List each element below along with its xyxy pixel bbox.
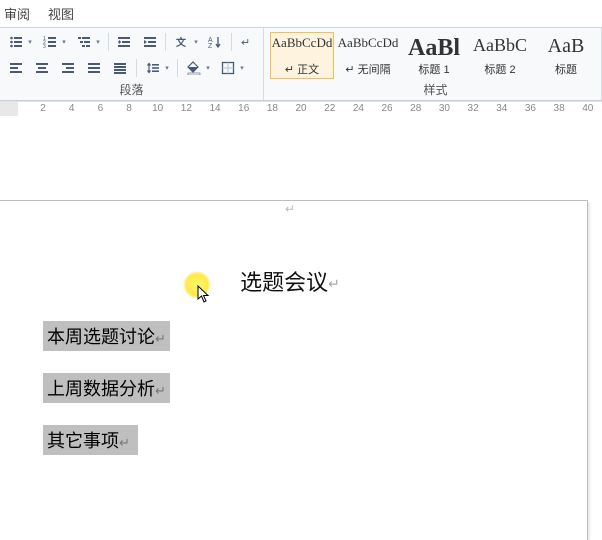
style-caption: 标题 1 (418, 61, 449, 76)
document-title[interactable]: 选题会议↵ (0, 265, 587, 297)
bullets-caret-icon[interactable]: ▾ (26, 32, 34, 52)
style-item-no-spacing[interactable]: AaBbCcDd ↵ 无间隔 (336, 32, 400, 79)
selection-block-2[interactable]: 上周数据分析↵ (43, 373, 170, 403)
line-spacing-caret-icon[interactable]: ▾ (163, 58, 171, 78)
asian-layout-button[interactable]: 文 (172, 32, 192, 52)
sort-button[interactable]: AZ (206, 32, 225, 52)
ruler-tick: 10 (143, 103, 172, 114)
svg-text:Z: Z (208, 43, 213, 49)
align-left-button[interactable] (6, 58, 26, 78)
ruler-tick: 12 (172, 103, 201, 114)
selection-block-3[interactable]: 其它事项↵ (43, 425, 138, 455)
ruler-tick (0, 103, 29, 114)
shading-caret-icon[interactable]: ▾ (204, 58, 212, 78)
group-styles: AaBbCcDd ↵ 正文 AaBbCcDd ↵ 无间隔 AaBl 标题 1 A… (264, 28, 602, 100)
ruler-tick: 36 (516, 103, 545, 114)
style-preview: AaBbC (473, 35, 527, 61)
document-title-text: 选题会议 (240, 270, 328, 295)
group-paragraph: ▾ 123 ▾ ▾ (0, 28, 264, 100)
paragraph-mark-icon: ↵ (155, 331, 166, 346)
shading-button[interactable] (184, 58, 204, 78)
borders-caret-icon[interactable]: ▾ (238, 58, 246, 78)
multilevel-list-button[interactable] (74, 32, 94, 52)
list-item-text: 上周数据分析 (47, 379, 155, 399)
line-spacing-button[interactable] (143, 58, 163, 78)
ruler-tick: 30 (430, 103, 459, 114)
align-distribute-button[interactable] (110, 58, 130, 78)
decrease-indent-button[interactable] (115, 32, 134, 52)
ruler-tick: 32 (459, 103, 488, 114)
show-hide-marks-button[interactable]: ↵ (238, 32, 257, 52)
style-preview: AaBbCcDd (338, 35, 399, 61)
paragraph-mark-icon: ↵ (155, 383, 166, 398)
style-caption: 标题 (555, 61, 577, 76)
page[interactable]: ↵ 选题会议↵ 本周选题讨论↵ 上周数据分析↵ 其它事项↵ (0, 200, 588, 540)
svg-text:3: 3 (43, 44, 46, 49)
style-preview: AaB (548, 35, 585, 61)
style-item-heading2[interactable]: AaBbC 标题 2 (468, 32, 532, 79)
numbering-button[interactable]: 123 (40, 32, 60, 52)
tab-view[interactable]: 视图 (48, 4, 74, 23)
ruler-tick: 26 (373, 103, 402, 114)
ribbon-tabs: 审阅 视图 (0, 0, 602, 27)
style-item-title[interactable]: AaB 标题 (534, 32, 598, 79)
ruler-tick: 8 (115, 103, 144, 114)
ruler-tick: 6 (86, 103, 115, 114)
align-justify-button[interactable] (84, 58, 104, 78)
ruler-tick: 18 (258, 103, 287, 114)
ruler-tick: 22 (315, 103, 344, 114)
ruler-tick: 2 (29, 103, 58, 114)
group-label-paragraph: 段落 (6, 79, 257, 100)
styles-gallery[interactable]: AaBbCcDd ↵ 正文 AaBbCcDd ↵ 无间隔 AaBl 标题 1 A… (270, 32, 601, 79)
ruler-tick: 28 (401, 103, 430, 114)
ruler-tick: 4 (57, 103, 86, 114)
ribbon: ▾ 123 ▾ ▾ (0, 27, 602, 101)
ruler-tick: 16 (229, 103, 258, 114)
align-right-button[interactable] (58, 58, 78, 78)
list-item-text: 本周选题讨论 (47, 327, 155, 347)
ruler-tick: 20 (287, 103, 316, 114)
style-caption: ↵ 无间隔 (345, 61, 390, 76)
svg-text:↵: ↵ (241, 37, 250, 49)
style-item-normal[interactable]: AaBbCcDd ↵ 正文 (270, 32, 334, 79)
ruler-tick: 24 (344, 103, 373, 114)
increase-indent-button[interactable] (140, 32, 159, 52)
style-item-heading1[interactable]: AaBl 标题 1 (402, 32, 466, 79)
svg-text:文: 文 (176, 36, 187, 49)
align-center-button[interactable] (32, 58, 52, 78)
document-area[interactable]: ↵ 选题会议↵ 本周选题讨论↵ 上周数据分析↵ 其它事项↵ (0, 116, 602, 523)
selection-block-1[interactable]: 本周选题讨论↵ (43, 321, 170, 351)
ruler-tick: 38 (545, 103, 574, 114)
style-caption: 标题 2 (484, 61, 515, 76)
tab-review[interactable]: 审阅 (4, 4, 30, 23)
style-caption: ↵ 正文 (285, 61, 319, 76)
ruler-tick: 14 (201, 103, 230, 114)
multilevel-caret-icon[interactable]: ▾ (94, 32, 102, 52)
ruler-tick: 34 (487, 103, 516, 114)
paragraph-mark-icon: ↵ (285, 202, 295, 216)
bullets-button[interactable] (6, 32, 26, 52)
borders-button[interactable] (218, 58, 238, 78)
style-preview: AaBbCcDd (272, 35, 333, 61)
ruler-tick: 40 (573, 103, 602, 114)
style-preview: AaBl (408, 35, 460, 61)
group-label-styles: 样式 (270, 79, 601, 100)
paragraph-mark-icon: ↵ (328, 277, 340, 292)
paragraph-mark-icon: ↵ (119, 435, 130, 450)
asian-layout-caret-icon[interactable]: ▾ (192, 32, 200, 52)
list-item-text: 其它事项 (47, 431, 119, 451)
numbering-caret-icon[interactable]: ▾ (60, 32, 68, 52)
